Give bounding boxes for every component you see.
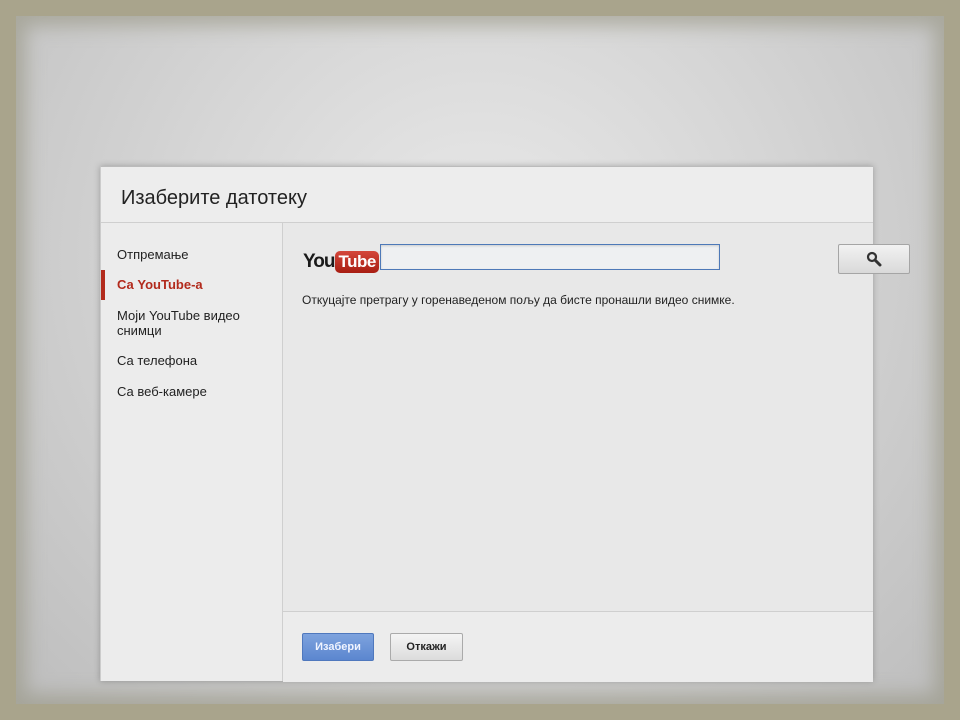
youtube-logo-tube: Tube <box>335 251 379 273</box>
dialog-footer: Изабери Откажи <box>283 611 873 682</box>
sidebar-item-from-youtube[interactable]: Са YouTube-а <box>101 270 282 300</box>
main-panel: You Tube Откуцајте претрагу у горенаведе… <box>283 223 910 611</box>
search-input[interactable] <box>380 244 720 270</box>
sidebar-item-from-phone[interactable]: Са телефона <box>101 353 282 368</box>
cancel-button[interactable]: Откажи <box>390 633 463 661</box>
select-button[interactable]: Изабери <box>302 633 374 661</box>
youtube-logo: You Tube <box>303 249 379 275</box>
sidebar-item-upload[interactable]: Отпремање <box>101 247 282 262</box>
search-button[interactable] <box>838 244 910 274</box>
youtube-logo-you: You <box>303 251 336 272</box>
search-hint-text: Откуцајте претрагу у горенаведеном пољу … <box>302 293 735 307</box>
file-picker-dialog: Изаберите датотеку Отпремање Са YouTube-… <box>100 166 910 682</box>
sidebar: Отпремање Са YouTube-а Моји YouTube виде… <box>101 223 283 681</box>
sidebar-item-my-youtube-videos[interactable]: Моји YouTube видео снимци <box>101 308 251 338</box>
sidebar-item-from-webcam[interactable]: Са веб-камере <box>101 384 282 399</box>
dialog-title: Изаберите датотеку <box>121 187 307 209</box>
search-icon <box>866 251 882 267</box>
dialog-header: Изаберите датотеку <box>101 167 873 223</box>
